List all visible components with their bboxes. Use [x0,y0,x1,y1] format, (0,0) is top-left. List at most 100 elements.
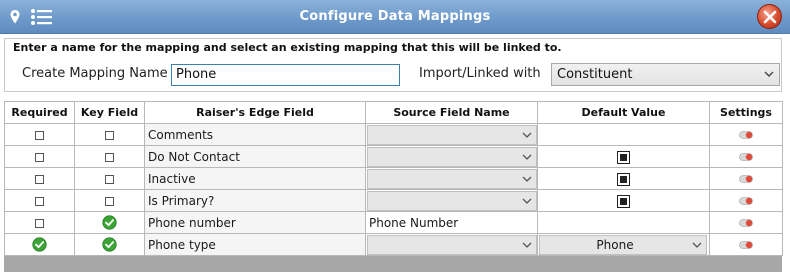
grid-header-row: Required Key Field Raiser's Edge Field S… [4,101,783,124]
required-checkbox[interactable] [35,174,44,184]
re-field-name: Is Primary? [148,193,215,208]
re-field-cell: Comments [144,123,366,146]
mapping-name-label: Create Mapping Name [22,66,168,81]
settings-toggle-icon[interactable] [739,153,753,161]
source-field-cell: Phone Number [365,211,538,234]
chevron-down-icon [522,132,531,138]
key-field-checkbox[interactable] [105,174,114,184]
key-field-cell [74,167,145,190]
source-field-select[interactable] [366,146,537,167]
key-field-checkbox[interactable] [105,196,114,206]
source-field-select[interactable] [366,234,537,255]
settings-toggle-icon[interactable] [739,197,753,205]
source-field-select[interactable] [366,168,537,189]
default-value-cell [537,211,710,234]
header-default-value[interactable]: Default Value [537,101,710,124]
re-field-name: Comments [148,127,214,142]
default-value-checkbox[interactable] [617,150,630,164]
default-value-text: Phone [596,237,634,252]
source-field-cell [365,233,538,256]
green-check-icon[interactable] [102,215,117,230]
header-key-field[interactable]: Key Field [74,101,145,124]
key-field-cell [74,145,145,168]
table-row: Is Primary? [4,189,783,212]
required-checkbox[interactable] [35,152,44,162]
table-row: Phone type Phone [4,233,783,256]
default-value-cell: Phone [537,233,710,256]
table-row: Inactive [4,167,783,190]
header-settings[interactable]: Settings [709,101,783,124]
header-re-field[interactable]: Raiser's Edge Field [144,101,366,124]
settings-toggle-icon[interactable] [739,219,753,227]
source-field-value[interactable]: Phone Number [369,216,458,230]
title-bar: Configure Data Mappings [0,0,790,34]
chevron-down-icon [522,242,531,248]
source-field-select[interactable] [366,124,537,145]
settings-toggle-icon[interactable] [739,241,753,249]
key-field-checkbox[interactable] [105,152,114,162]
required-cell [4,233,75,256]
mapping-form: Enter a name for the mapping and select … [4,38,782,92]
grid-footer-band [4,256,782,272]
default-value-checkbox[interactable] [617,194,630,208]
key-field-cell [74,123,145,146]
re-field-name: Inactive [148,171,196,186]
chevron-down-icon [522,198,531,204]
key-field-cell [74,233,145,256]
re-field-name: Phone number [148,215,236,230]
required-cell [4,145,75,168]
re-field-name: Phone type [148,237,216,252]
re-field-cell: Is Primary? [144,189,366,212]
source-field-cell [365,145,538,168]
import-linked-select[interactable]: Constituent [551,63,780,86]
default-value-cell [537,145,710,168]
re-field-cell: Phone type [144,233,366,256]
key-field-checkbox[interactable] [105,130,114,140]
required-cell [4,189,75,212]
chevron-down-icon [692,242,702,248]
window-title: Configure Data Mappings [299,9,491,24]
required-checkbox[interactable] [35,130,44,140]
source-field-cell [365,167,538,190]
required-cell [4,167,75,190]
required-checkbox[interactable] [35,196,44,206]
default-value-cell [537,167,710,190]
re-field-name: Do Not Contact [148,149,240,164]
chevron-down-icon [764,71,774,77]
settings-cell [709,211,783,234]
re-field-cell: Phone number [144,211,366,234]
re-field-cell: Do Not Contact [144,145,366,168]
settings-toggle-icon[interactable] [739,175,753,183]
settings-cell [709,123,783,146]
required-checkbox[interactable] [35,218,44,228]
header-required[interactable]: Required [4,101,75,124]
mapping-name-input[interactable]: Phone [171,64,400,86]
default-value-cell [537,189,710,212]
source-field-cell [365,189,538,212]
close-button[interactable] [757,4,782,29]
settings-cell [709,145,783,168]
chevron-down-icon [522,154,531,160]
table-row: Phone number Phone Number [4,211,783,234]
green-check-icon[interactable] [102,237,117,252]
default-value-checkbox[interactable] [617,172,630,186]
source-field-select[interactable] [366,190,537,211]
header-source-field[interactable]: Source Field Name [365,101,538,124]
instructions-text: Enter a name for the mapping and select … [13,41,562,54]
import-linked-value: Constituent [557,67,633,82]
key-field-cell [74,211,145,234]
settings-cell [709,233,783,256]
table-row: Comments [4,123,783,146]
default-value-select[interactable]: Phone [539,234,707,255]
default-value-cell [537,123,710,146]
required-cell [4,123,75,146]
settings-cell [709,167,783,190]
settings-toggle-icon[interactable] [739,131,753,139]
close-icon [763,10,777,24]
chevron-down-icon [522,176,531,182]
mapping-grid: Required Key Field Raiser's Edge Field S… [4,101,783,256]
required-cell [4,211,75,234]
import-linked-label: Import/Linked with [419,66,541,81]
green-check-icon[interactable] [32,237,47,252]
settings-cell [709,189,783,212]
